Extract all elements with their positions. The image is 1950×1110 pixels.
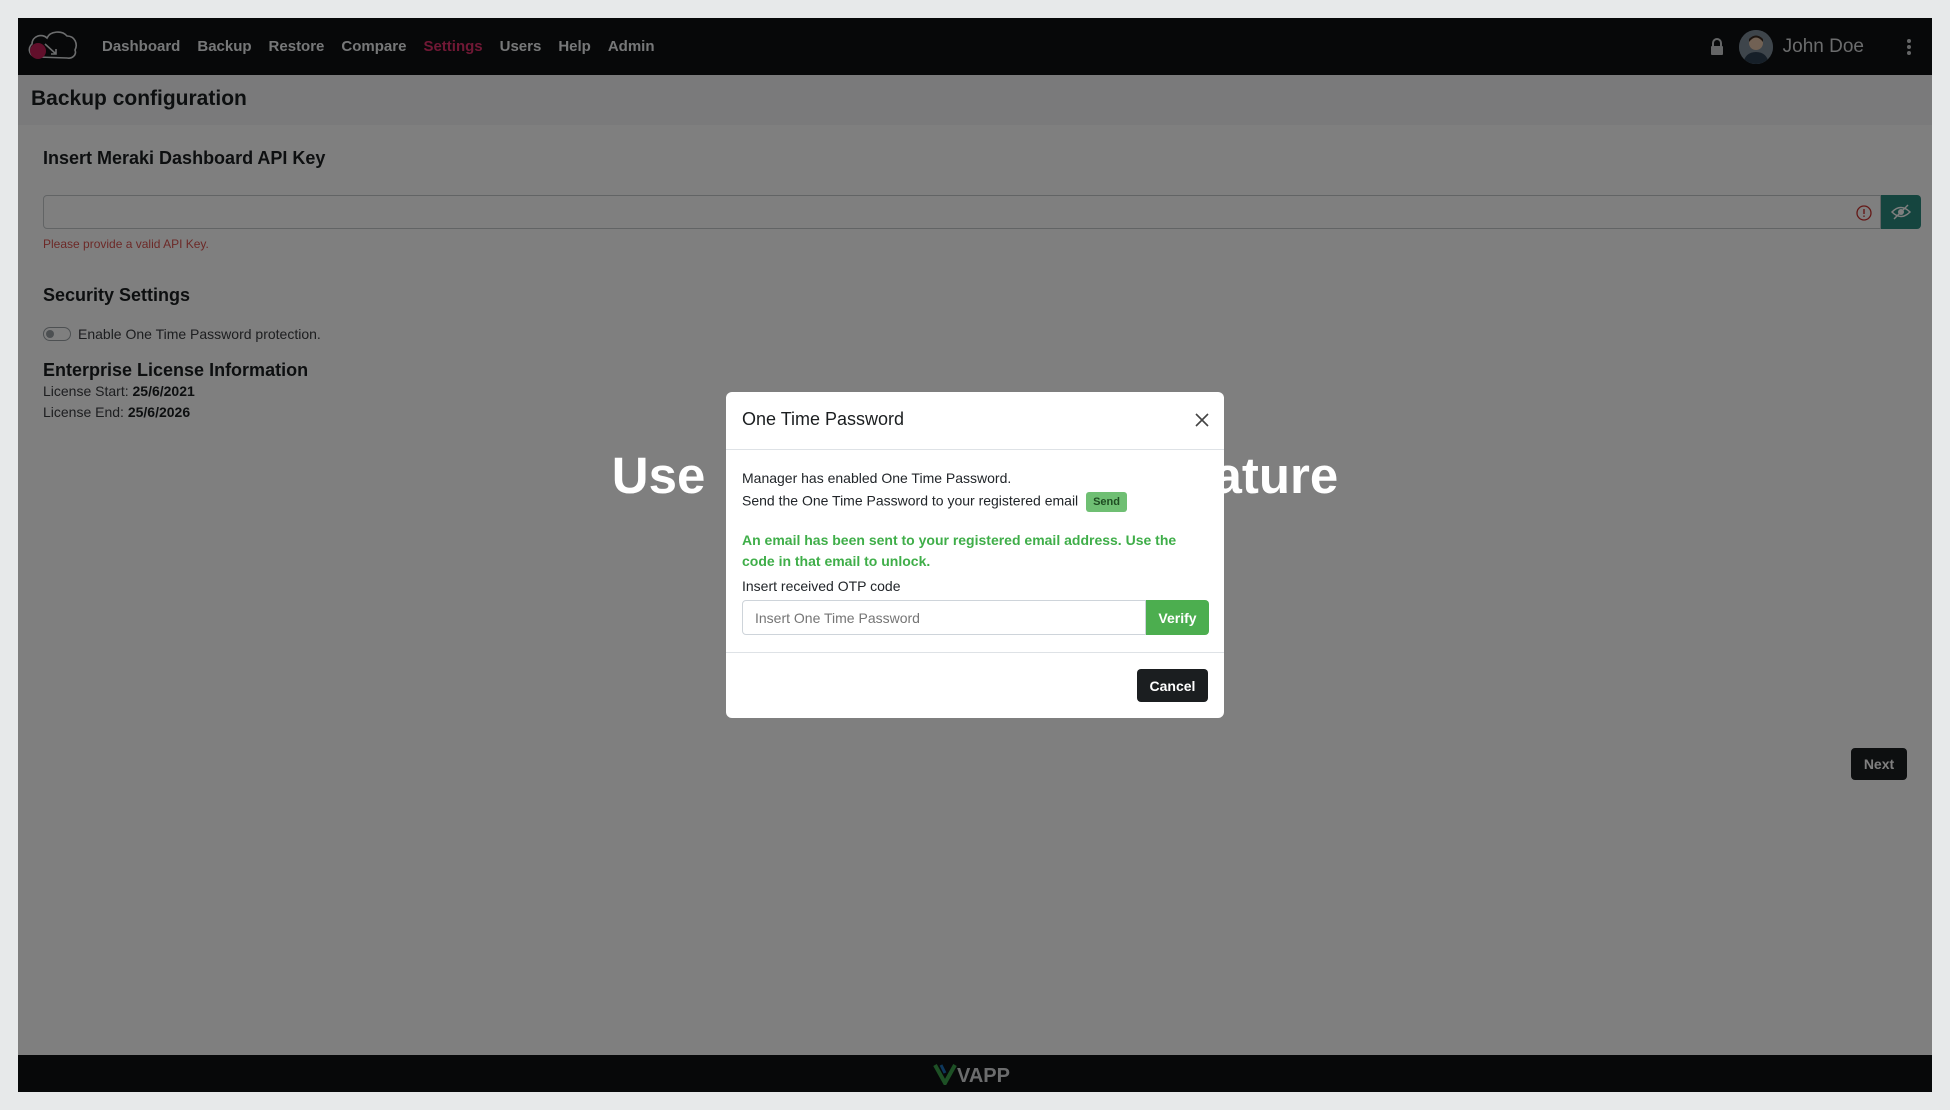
otp-modal: One Time Password Manager has enabled On… — [726, 392, 1224, 718]
cancel-button[interactable]: Cancel — [1137, 669, 1208, 702]
send-button[interactable]: Send — [1086, 492, 1127, 512]
promo-text-right: ature — [1213, 447, 1339, 504]
app-window: Dashboard Backup Restore Compare Setting… — [18, 18, 1932, 1092]
send-otp-row: Send the One Time Password to your regis… — [742, 492, 1127, 512]
otp-input[interactable] — [742, 600, 1146, 635]
verify-button[interactable]: Verify — [1146, 600, 1209, 635]
close-icon[interactable] — [1194, 412, 1210, 428]
modal-title: One Time Password — [742, 409, 905, 429]
promo-text-left: Use — [611, 447, 720, 504]
otp-input-label: Insert received OTP code — [742, 578, 901, 594]
email-sent-message: An email has been sent to your registere… — [742, 532, 1177, 569]
send-otp-text: Send the One Time Password to your regis… — [742, 492, 1079, 509]
modal-header: One Time Password — [726, 392, 1224, 450]
modal-footer: Cancel — [726, 652, 1224, 718]
otp-enabled-text: Manager has enabled One Time Password. — [742, 470, 1012, 486]
